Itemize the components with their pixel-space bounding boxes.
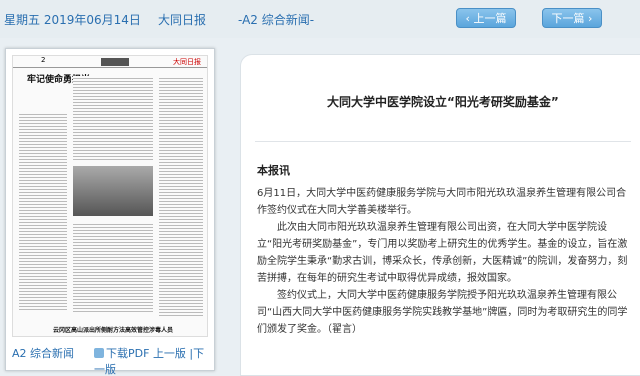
- chevron-right-icon: ›: [588, 12, 593, 25]
- newspaper-page-image[interactable]: 2 大同日报 牢记使命勇担当 云冈区高山派出所侧耐方法高效管控涉毒人员: [12, 55, 208, 337]
- thumbnail-text-column: [19, 112, 67, 312]
- thumbnail-bottom-headline: 云冈区高山派出所侧耐方法高效管控涉毒人员: [53, 327, 174, 334]
- thumbnail-header: 2 大同日报: [13, 56, 207, 68]
- page-link[interactable]: A2 综合新闻: [12, 345, 74, 361]
- article-paragraph: 签约仪式上，大同大学中医药健康服务学院授予阳光玖玖温泉养生管理有限公司“山西大同…: [257, 290, 628, 335]
- download-pdf-link[interactable]: 下载PDF: [106, 347, 149, 360]
- thumbnail-text-column: [73, 76, 153, 160]
- article-paragraph: 此次由大同市阳光玖玖温泉养生管理有限公司出资，在大同大学中医学院设立“阳光考研奖…: [257, 222, 628, 284]
- next-article-button[interactable]: 下一篇 ›: [542, 8, 602, 28]
- prev-article-label: 上一篇: [473, 12, 507, 25]
- page-preview-panel: 2 大同日报 牢记使命勇担当 云冈区高山派出所侧耐方法高效管控涉毒人员 A2 综…: [0, 42, 219, 376]
- thumbnail-text-column: [73, 222, 153, 312]
- issue-date: 星期五 2019年06月14日: [4, 13, 141, 27]
- chevron-left-icon: ‹: [465, 12, 470, 25]
- thumbnail-masthead: 大同日报: [173, 58, 201, 66]
- thumbnail-page-num: 2: [41, 56, 46, 64]
- article-paragraph: 6月11日，大同大学中医药健康服务学院与大同市阳光玖玖温泉养生管理有限公司合作签…: [257, 188, 627, 216]
- prev-article-button[interactable]: ‹ 上一篇: [456, 8, 516, 28]
- article-body: 6月11日，大同大学中医药健康服务学院与大同市阳光玖玖温泉养生管理有限公司合作签…: [257, 185, 629, 338]
- pdf-links: 下载PDF 上一版 |下一版: [94, 347, 205, 376]
- prev-page-link[interactable]: 上一版: [153, 347, 186, 360]
- section-name[interactable]: -A2 综合新闻-: [238, 11, 314, 28]
- article-title: 大同大学中医学院设立“阳光考研奖励基金”: [327, 95, 559, 109]
- paper-name[interactable]: 大同日报: [158, 11, 206, 28]
- thumbnail-text-column: [159, 76, 203, 316]
- thumbnail-photo: [73, 166, 153, 216]
- top-bar: 星期五 2019年06月14日 大同日报 -A2 综合新闻- ‹ 上一篇 下一篇…: [0, 0, 640, 38]
- pdf-icon: [94, 348, 104, 358]
- article-byline: 本报讯: [257, 164, 290, 177]
- next-article-label: 下一篇: [551, 12, 585, 25]
- thumbnail-section-tag: [101, 58, 129, 66]
- article-panel: 大同大学中医学院设立“阳光考研奖励基金” 本报讯 6月11日，大同大学中医药健康…: [240, 54, 640, 376]
- page-thumbnail[interactable]: 2 大同日报 牢记使命勇担当 云冈区高山派出所侧耐方法高效管控涉毒人员 A2 综…: [5, 48, 215, 376]
- title-divider: [255, 141, 631, 142]
